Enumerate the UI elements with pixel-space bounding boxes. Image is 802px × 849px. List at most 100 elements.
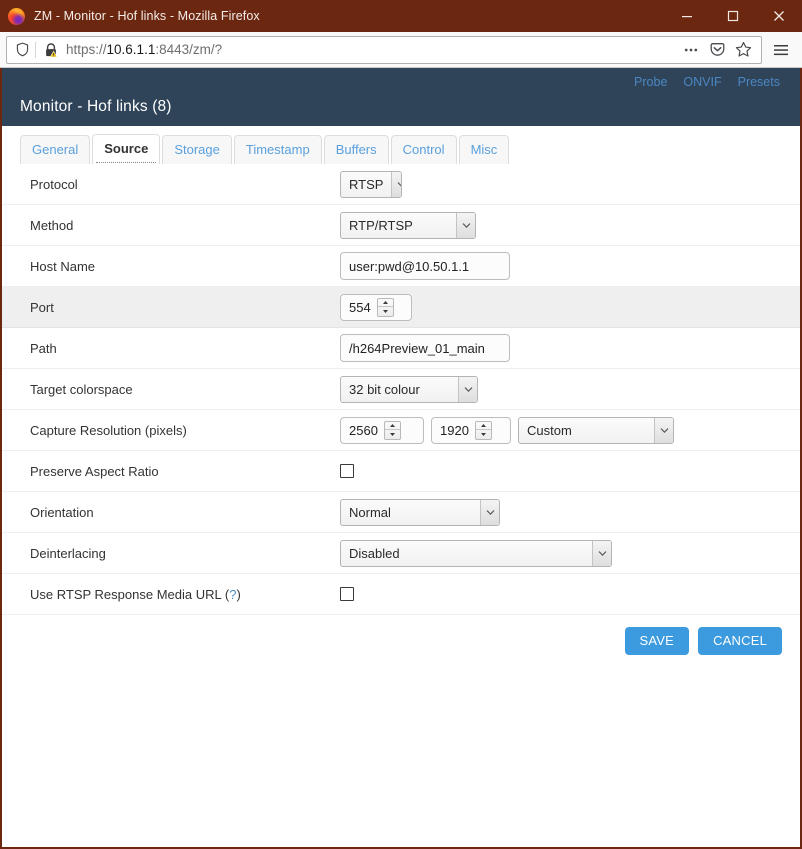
tab-buffers[interactable]: Buffers bbox=[323, 135, 389, 164]
port-input[interactable]: 554 bbox=[340, 293, 412, 321]
stepper-up-icon[interactable] bbox=[377, 299, 393, 307]
stepper-down-icon[interactable] bbox=[385, 430, 400, 439]
target-colorspace-value: 32 bit colour bbox=[349, 381, 420, 397]
window-title: ZM - Monitor - Hof links - Mozilla Firef… bbox=[34, 9, 260, 23]
row-path: Path /h264Preview_01_main bbox=[2, 328, 800, 369]
target-colorspace-select[interactable]: 32 bit colour bbox=[340, 375, 478, 403]
chevron-down-icon bbox=[592, 540, 611, 566]
chevron-down-icon bbox=[654, 417, 673, 443]
capture-width-value: 2560 bbox=[349, 422, 378, 438]
port-label: Port bbox=[30, 299, 54, 315]
pocket-icon[interactable] bbox=[705, 38, 729, 62]
row-use-rtsp-media-url: Use RTSP Response Media URL (?) bbox=[2, 574, 800, 615]
method-label: Method bbox=[30, 217, 74, 233]
chevron-down-icon bbox=[391, 171, 401, 197]
row-host-name: Host Name user:pwd@10.50.1.1 bbox=[2, 246, 800, 287]
tab-source[interactable]: Source bbox=[92, 134, 161, 164]
protocol-label: Protocol bbox=[30, 176, 78, 192]
deinterlacing-label: Deinterlacing bbox=[30, 545, 106, 561]
source-settings-form: Protocol RTSP Method RTP/RTSP Host Name … bbox=[2, 164, 800, 751]
save-button[interactable]: SAVE bbox=[624, 627, 690, 655]
capture-resolution-preset-value: Custom bbox=[527, 422, 572, 438]
page-filler bbox=[2, 751, 800, 847]
capture-width-input[interactable]: 2560 bbox=[340, 416, 424, 444]
row-orientation: Orientation Normal bbox=[2, 492, 800, 533]
tab-storage[interactable]: Storage bbox=[162, 135, 232, 164]
port-value: 554 bbox=[349, 299, 371, 315]
host-name-label: Host Name bbox=[30, 258, 96, 274]
row-method: Method RTP/RTSP bbox=[2, 205, 800, 246]
url-rest: :8443/zm/? bbox=[155, 42, 223, 57]
capture-height-input[interactable]: 1920 bbox=[431, 416, 511, 444]
chevron-down-icon bbox=[456, 212, 475, 238]
orientation-select[interactable]: Normal bbox=[340, 498, 500, 526]
stepper-down-icon[interactable] bbox=[378, 307, 393, 316]
identity-divider bbox=[35, 41, 36, 58]
page-content: Probe ONVIF Presets Monitor - Hof links … bbox=[0, 68, 802, 849]
deinterlacing-select[interactable]: Disabled bbox=[340, 539, 612, 567]
url-text[interactable]: https://10.6.1.1:8443/zm/? bbox=[66, 42, 222, 57]
hamburger-menu-icon[interactable] bbox=[766, 36, 796, 64]
tab-control[interactable]: Control bbox=[390, 135, 457, 164]
window-titlebar: ZM - Monitor - Hof links - Mozilla Firef… bbox=[0, 0, 802, 32]
host-name-input[interactable]: user:pwd@10.50.1.1 bbox=[340, 252, 510, 280]
probe-link[interactable]: Probe bbox=[634, 75, 667, 89]
preserve-aspect-ratio-label: Preserve Aspect Ratio bbox=[30, 463, 159, 479]
header-links: Probe ONVIF Presets bbox=[634, 75, 780, 89]
app-header: Probe ONVIF Presets Monitor - Hof links … bbox=[2, 68, 800, 126]
presets-link[interactable]: Presets bbox=[738, 75, 780, 89]
onvif-link[interactable]: ONVIF bbox=[683, 75, 721, 89]
stepper-up-icon[interactable] bbox=[384, 422, 400, 430]
method-value: RTP/RTSP bbox=[349, 217, 413, 233]
tab-bar: General Source Storage Timestamp Buffers… bbox=[2, 126, 800, 164]
page-title: Monitor - Hof links (8) bbox=[20, 98, 172, 115]
minimize-button[interactable] bbox=[664, 0, 710, 32]
chevron-down-icon bbox=[458, 376, 477, 402]
row-protocol: Protocol RTSP bbox=[2, 164, 800, 205]
use-rtsp-media-url-label: Use RTSP Response Media URL (?) bbox=[20, 587, 340, 602]
protocol-select[interactable]: RTSP bbox=[340, 170, 402, 198]
url-host: 10.6.1.1 bbox=[106, 42, 156, 57]
target-colorspace-label: Target colorspace bbox=[30, 381, 133, 397]
firefox-window: ZM - Monitor - Hof links - Mozilla Firef… bbox=[0, 0, 802, 849]
method-select[interactable]: RTP/RTSP bbox=[340, 211, 476, 239]
maximize-button[interactable] bbox=[710, 0, 756, 32]
row-deinterlacing: Deinterlacing Disabled bbox=[2, 533, 800, 574]
help-paren-close: ) bbox=[236, 586, 241, 602]
row-target-colorspace: Target colorspace 32 bit colour bbox=[2, 369, 800, 410]
urlbar-actions bbox=[679, 38, 755, 62]
capture-resolution-label: Capture Resolution (pixels) bbox=[30, 422, 187, 438]
capture-width-stepper[interactable] bbox=[383, 420, 401, 440]
row-capture-resolution: Capture Resolution (pixels) 2560 1920 Cu… bbox=[2, 410, 800, 451]
capture-height-stepper[interactable] bbox=[474, 420, 492, 440]
shield-icon[interactable] bbox=[11, 39, 33, 61]
port-stepper[interactable] bbox=[376, 297, 394, 317]
protocol-value: RTSP bbox=[349, 176, 384, 192]
orientation-value: Normal bbox=[349, 504, 391, 520]
url-scheme: https:// bbox=[66, 42, 107, 57]
tab-timestamp[interactable]: Timestamp bbox=[233, 135, 322, 164]
deinterlacing-value: Disabled bbox=[349, 545, 400, 561]
url-bar[interactable]: https://10.6.1.1:8443/zm/? bbox=[6, 35, 762, 64]
tab-misc[interactable]: Misc bbox=[458, 135, 510, 164]
orientation-label: Orientation bbox=[30, 504, 94, 520]
use-rtsp-media-url-text: Use RTSP Response Media URL bbox=[30, 586, 222, 602]
use-rtsp-media-url-checkbox[interactable] bbox=[340, 587, 354, 601]
cancel-button[interactable]: CANCEL bbox=[698, 627, 782, 655]
star-icon[interactable] bbox=[731, 38, 755, 62]
form-actions: SAVE CANCEL bbox=[2, 615, 800, 655]
preserve-aspect-ratio-checkbox[interactable] bbox=[340, 464, 354, 478]
window-controls bbox=[664, 0, 802, 32]
path-input[interactable]: /h264Preview_01_main bbox=[340, 334, 510, 362]
ellipsis-icon[interactable] bbox=[679, 38, 703, 62]
close-button[interactable] bbox=[756, 0, 802, 32]
row-preserve-aspect-ratio: Preserve Aspect Ratio bbox=[2, 451, 800, 492]
lock-warning-icon[interactable] bbox=[41, 40, 61, 60]
stepper-down-icon[interactable] bbox=[476, 430, 491, 439]
chevron-down-icon bbox=[480, 499, 499, 525]
firefox-logo-icon bbox=[8, 7, 25, 25]
capture-resolution-preset-select[interactable]: Custom bbox=[518, 416, 674, 444]
stepper-up-icon[interactable] bbox=[475, 422, 491, 430]
tab-general[interactable]: General bbox=[20, 135, 91, 164]
path-label: Path bbox=[30, 340, 57, 356]
